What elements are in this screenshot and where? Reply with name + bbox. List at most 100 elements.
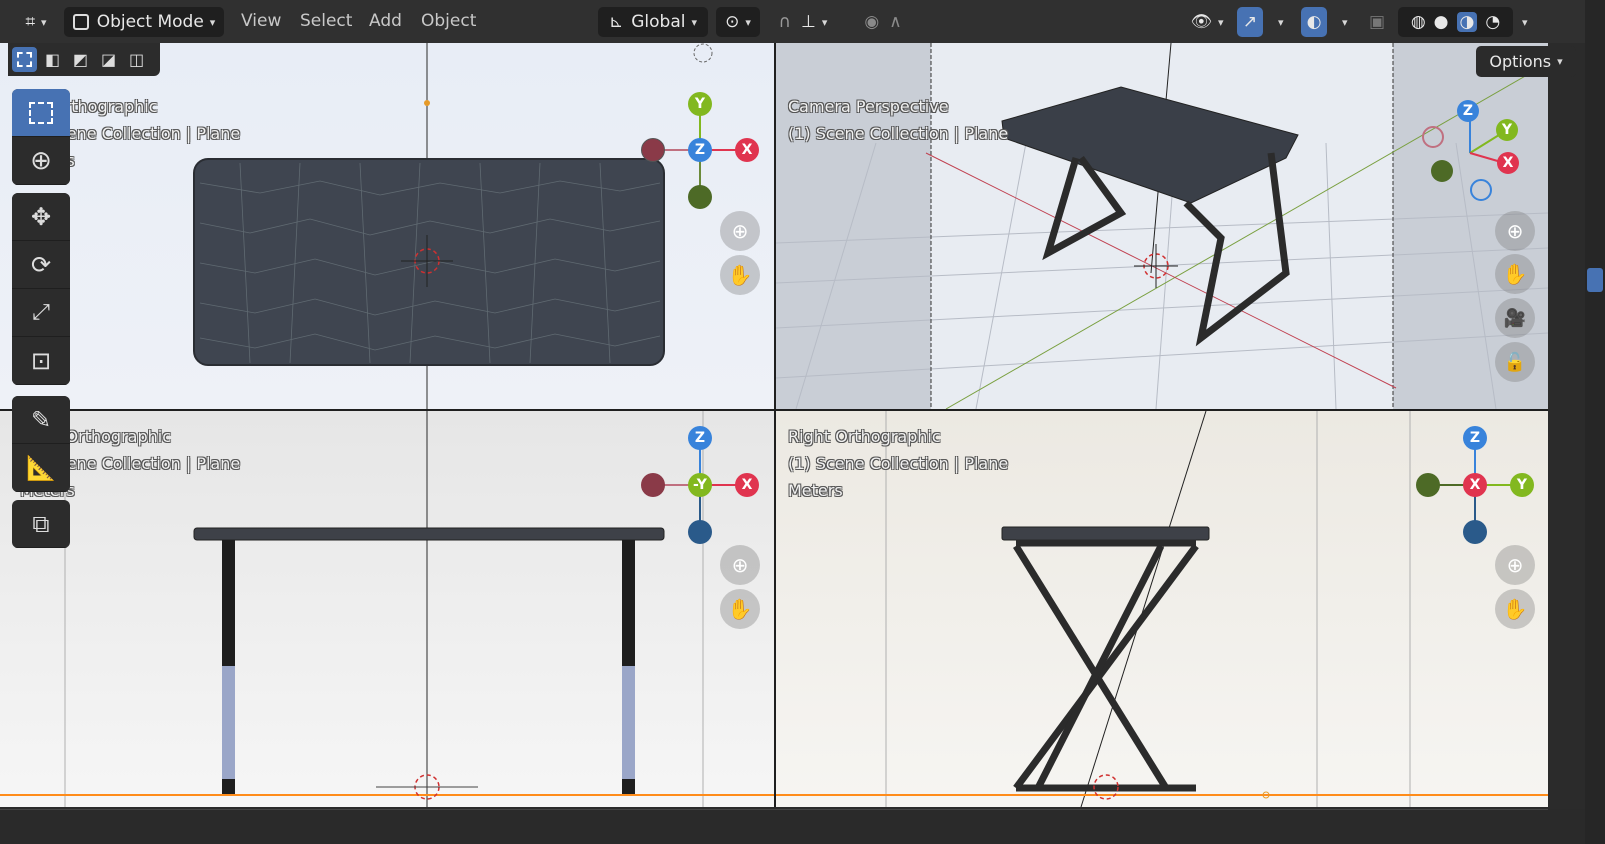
- gizmo-neg-y-axis[interactable]: [1416, 473, 1440, 497]
- chevron-down-icon[interactable]: ▾: [1278, 16, 1284, 29]
- mode-dropdown[interactable]: Object Mode ▾: [64, 7, 224, 37]
- select-box-icon[interactable]: [12, 89, 70, 137]
- gizmo-neg-x-axis[interactable]: [641, 138, 665, 162]
- pivot-point-dropdown[interactable]: ⊙ ▾: [716, 7, 760, 37]
- zoom-icon[interactable]: ⊕: [1495, 545, 1535, 585]
- gizmo-toggle[interactable]: ↗: [1237, 7, 1263, 37]
- toolbar-group-select: ⊕: [12, 89, 70, 185]
- add-cube-icon[interactable]: ⧉: [12, 500, 70, 548]
- xray-toggle[interactable]: ▣: [1365, 7, 1389, 37]
- transform-orientation-dropdown[interactable]: ⊾ Global ▾: [598, 7, 708, 37]
- pan-hand-icon[interactable]: ✋: [720, 589, 760, 629]
- select-invert-icon[interactable]: ◪: [96, 47, 121, 72]
- cursor-icon[interactable]: ⊕: [12, 137, 70, 185]
- menu-select[interactable]: Select: [300, 11, 352, 31]
- falloff-icon: ∧: [889, 12, 902, 32]
- options-dropdown[interactable]: Options ▾: [1476, 46, 1576, 77]
- properties-edge-strip: [1585, 0, 1605, 844]
- menu-object[interactable]: Object: [421, 11, 476, 31]
- measure-icon[interactable]: 📐: [12, 444, 70, 492]
- select-intersect-icon[interactable]: ◫: [124, 47, 149, 72]
- gizmo-neg-x-axis[interactable]: [641, 473, 665, 497]
- wireframe-shading-icon[interactable]: ◍: [1411, 12, 1426, 32]
- overlays-toggle[interactable]: ◐: [1301, 7, 1327, 37]
- toolbar-group-add: ⧉: [12, 500, 70, 548]
- pan-hand-icon[interactable]: ✋: [1495, 254, 1535, 294]
- camera-view-icon[interactable]: 🎥: [1495, 298, 1535, 338]
- properties-tab-icon[interactable]: [1587, 268, 1603, 292]
- editor-type-button[interactable]: ⌗ ▾: [14, 7, 58, 37]
- lock-icon[interactable]: 🔓: [1495, 342, 1535, 382]
- gizmo-neg-y-axis[interactable]: [688, 185, 712, 209]
- view-name: Camera Perspective: [788, 97, 949, 116]
- snap-increment-icon: ⊥: [801, 12, 816, 32]
- viewport-camera-perspective[interactable]: Camera Perspective (1) Scene Collection …: [776, 43, 1548, 409]
- zoom-icon[interactable]: ⊕: [720, 545, 760, 585]
- viewport-header: ⌗ ▾ Object Mode ▾ View Select Add Object …: [0, 0, 1585, 43]
- chevron-down-icon[interactable]: ▾: [1522, 16, 1528, 29]
- chevron-down-icon: ▾: [821, 15, 828, 29]
- gizmo-neg-y-axis[interactable]: [1431, 160, 1453, 182]
- chevron-down-icon: ▾: [1218, 15, 1224, 29]
- viewport-top-orthographic[interactable]: Top Orthographic (1) Scene Collection | …: [0, 43, 774, 409]
- light-object-icon: [693, 43, 713, 63]
- gizmo-neg-x-axis[interactable]: [1422, 126, 1444, 148]
- gizmo-neg-z-axis[interactable]: [1470, 179, 1492, 201]
- object-mode-icon: [72, 14, 89, 30]
- select-subtract-icon[interactable]: ◩: [68, 47, 93, 72]
- orientation-label: Global: [631, 12, 686, 32]
- scale-icon[interactable]: ⤢: [12, 289, 70, 337]
- gizmo-neg-z-axis[interactable]: [688, 520, 712, 544]
- gizmo-z-axis[interactable]: Z: [688, 138, 712, 162]
- transform-icon[interactable]: ⊡: [12, 337, 70, 385]
- snapping-controls[interactable]: ∩ ⊥ ▾: [766, 7, 840, 37]
- move-icon[interactable]: ✥: [12, 193, 70, 241]
- right-leg-highlight: [622, 666, 635, 779]
- gizmo-z-axis[interactable]: Z: [1463, 426, 1487, 450]
- menu-view[interactable]: View: [241, 11, 281, 31]
- select-extend-icon[interactable]: ◧: [40, 47, 65, 72]
- origin-point: [424, 100, 430, 106]
- chevron-down-icon[interactable]: ▾: [1342, 16, 1348, 29]
- zoom-icon[interactable]: ⊕: [720, 211, 760, 251]
- view-name: Right Orthographic: [788, 427, 941, 446]
- rendered-shading-icon[interactable]: ◔: [1485, 12, 1500, 32]
- table-top-shape: [193, 527, 665, 541]
- gizmo-y-axis[interactable]: Y: [688, 92, 712, 116]
- chevron-down-icon: ▾: [745, 15, 751, 29]
- collection-info: (1) Scene Collection | Plane: [788, 454, 1009, 473]
- solid-shading-icon[interactable]: ●: [1434, 12, 1449, 32]
- annotate-icon[interactable]: ✎: [12, 396, 70, 444]
- chevron-down-icon: ▾: [691, 15, 697, 29]
- editor-type-icon: ⌗: [25, 12, 36, 32]
- gizmo-x-axis[interactable]: X: [1497, 152, 1519, 174]
- snap-magnet-icon: ∩: [778, 12, 792, 32]
- gizmo-y-axis[interactable]: Y: [1496, 119, 1518, 141]
- gizmo-neg-y-axis[interactable]: -Y: [688, 473, 712, 497]
- gizmo-x-axis[interactable]: X: [1463, 473, 1487, 497]
- timeline-area[interactable]: [0, 809, 1585, 844]
- material-preview-icon[interactable]: ◑: [1456, 12, 1478, 32]
- zoom-icon[interactable]: ⊕: [1495, 211, 1535, 251]
- collection-info: (1) Scene Collection | Plane: [788, 124, 1009, 143]
- pan-hand-icon[interactable]: ✋: [720, 255, 760, 295]
- gizmo-z-axis[interactable]: Z: [1457, 100, 1479, 122]
- menu-add[interactable]: Add: [369, 11, 402, 31]
- gizmo-neg-z-axis[interactable]: [1463, 520, 1487, 544]
- chevron-down-icon: ▾: [209, 15, 216, 29]
- viewport-divider-vertical[interactable]: [774, 43, 776, 807]
- table-top-shape: [1001, 526, 1210, 541]
- gizmo-x-axis[interactable]: X: [735, 473, 759, 497]
- proportional-edit-icon: ◉: [864, 12, 880, 32]
- pan-hand-icon[interactable]: ✋: [1495, 589, 1535, 629]
- gizmo-x-axis[interactable]: X: [735, 138, 759, 162]
- viewport-front-orthographic[interactable]: Front Orthographic (1) Scene Collection …: [0, 411, 774, 807]
- viewport-right-orthographic[interactable]: Right Orthographic (1) Scene Collection …: [776, 411, 1548, 807]
- select-new-icon[interactable]: [12, 47, 37, 72]
- proportional-editing-controls[interactable]: ◉ ∧: [846, 7, 920, 37]
- orientation-icon: ⊾: [608, 12, 624, 32]
- gizmo-z-axis[interactable]: Z: [688, 426, 712, 450]
- rotate-icon[interactable]: ⟳: [12, 241, 70, 289]
- gizmo-y-axis[interactable]: Y: [1510, 473, 1534, 497]
- visibility-dropdown[interactable]: 👁 ▾: [1184, 7, 1230, 37]
